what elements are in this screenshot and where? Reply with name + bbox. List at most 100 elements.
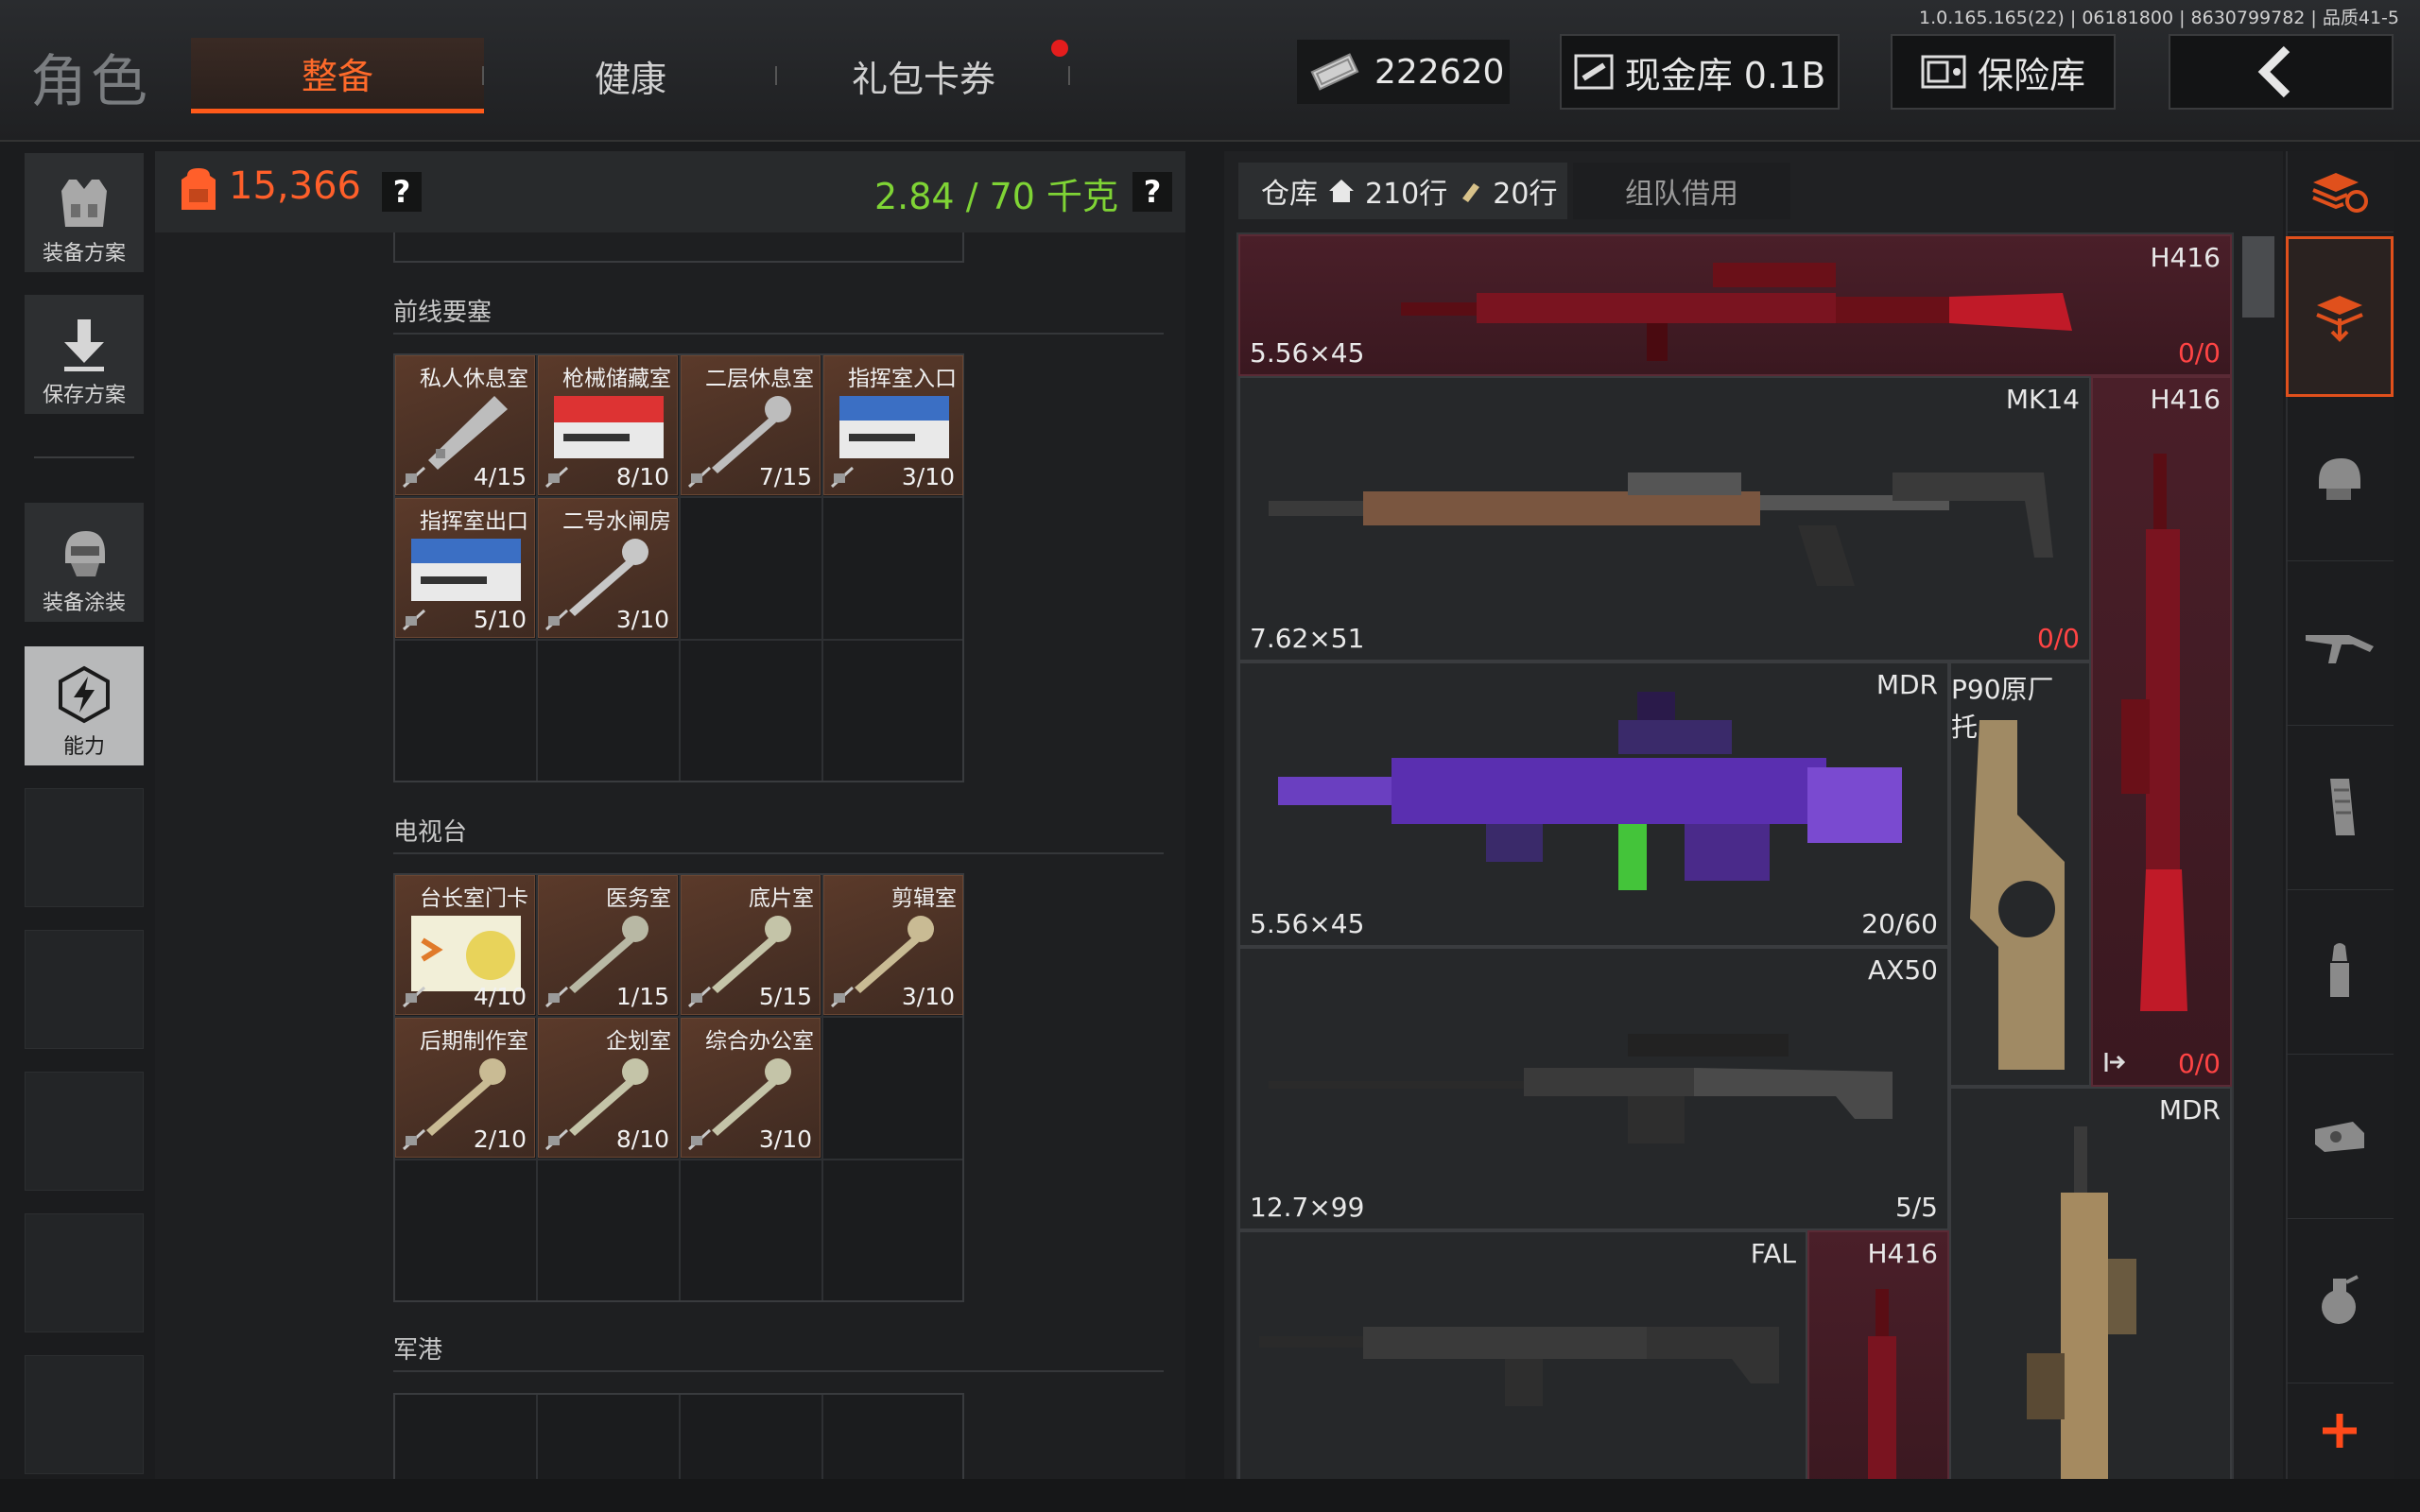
key-card[interactable]: 指挥室出口 5/10 — [395, 498, 535, 638]
weapon-slot[interactable]: P90原厂托 — [1949, 662, 2091, 1087]
cash-vault-button[interactable]: 现金库 0.1B — [1560, 34, 1840, 110]
keycard-icon — [839, 396, 949, 458]
section-title: 前线要塞 — [393, 299, 493, 327]
key-card[interactable]: 台长室门卡 4/10 — [395, 875, 535, 1015]
key-grid: 台长室门卡 4/10 医务室 1/15 底片室 5/15 剪辑室 3/10 后期… — [393, 873, 964, 1302]
weight-help-button[interactable]: ? — [1132, 172, 1172, 212]
key-card[interactable]: 综合办公室 3/10 — [681, 1018, 821, 1158]
weapon-name: H416 — [2150, 384, 2221, 415]
tab-gear[interactable]: 整备 — [191, 38, 484, 113]
category-throwables[interactable] — [2286, 1219, 2394, 1383]
empty-side-slot — [25, 930, 144, 1049]
keycard-icon — [554, 396, 664, 458]
weapon-slot[interactable]: H416 — [1807, 1230, 1949, 1491]
lightning-hex-icon — [59, 665, 110, 724]
category-magazines[interactable] — [2286, 726, 2394, 890]
key-card[interactable]: 枪械储藏室 8/10 — [538, 355, 678, 495]
silent-icon — [687, 1128, 712, 1151]
gear-skin-button[interactable]: 装备涂装 — [25, 503, 144, 622]
sort-button[interactable] — [2286, 151, 2394, 232]
key-uses: 7/15 — [758, 463, 812, 490]
storage-rows: 210行 — [1365, 178, 1448, 211]
helmet-icon — [2319, 457, 2360, 500]
currency-display: 222620 — [1297, 40, 1510, 104]
key-card[interactable]: 二号水闸房 3/10 — [538, 498, 678, 638]
safe-box-label: 保险库 — [1977, 54, 2085, 96]
weapon-slot[interactable]: FAL — [1238, 1230, 1807, 1491]
rifle-icon — [1259, 1327, 1779, 1406]
weapon-name: H416 — [2150, 242, 2221, 273]
storage-grid: H416 5.56×45 0/0 MK14 7.62×51 0/0 H416 0… — [1236, 232, 2234, 1493]
value-help-button[interactable]: ? — [382, 172, 422, 212]
weapon-slot[interactable]: MK14 7.62×51 0/0 — [1238, 376, 2091, 662]
category-weapons[interactable] — [2286, 561, 2394, 726]
weapon-ammo: 0/0 — [2177, 1048, 2221, 1079]
storage-tab-label: 仓库 — [1261, 178, 1318, 211]
keycard-icon — [411, 539, 521, 601]
ability-button[interactable]: 能力 — [25, 646, 144, 765]
key-name: 剪辑室 — [891, 886, 957, 911]
cash-vault-label: 现金库 0.1B — [1624, 54, 1826, 96]
key-name: 底片室 — [749, 886, 814, 911]
borrowed-icon — [2104, 1053, 2126, 1072]
silent-icon — [402, 466, 426, 489]
gear-skin-label: 装备涂装 — [42, 592, 126, 615]
weapon-slot[interactable]: MDR 5.56×45 20/60 — [1238, 662, 1949, 947]
category-all[interactable] — [2286, 236, 2394, 397]
save-plan-label: 保存方案 — [42, 384, 126, 407]
key-name: 指挥室入口 — [848, 367, 957, 391]
section-divider — [393, 1370, 1164, 1372]
weapon-name: MDR — [2158, 1094, 2221, 1125]
section-divider — [393, 852, 1164, 854]
back-button[interactable] — [2169, 34, 2394, 110]
weapon-slot[interactable]: MDR — [1949, 1087, 2232, 1491]
empty-side-slot — [25, 1213, 144, 1332]
silent-icon — [544, 986, 569, 1008]
storage-scrollbar[interactable] — [2240, 236, 2276, 1493]
silent-icon — [830, 986, 855, 1008]
grenade-icon — [2322, 1274, 2359, 1324]
scrollbar-thumb[interactable] — [2242, 236, 2274, 318]
weapon-caliber: 5.56×45 — [1250, 908, 1365, 939]
category-ammo[interactable] — [2286, 890, 2394, 1055]
weapon-slot[interactable]: H416 0/0 — [2091, 376, 2232, 1087]
bullet-icon — [2330, 942, 2349, 997]
vault-icon — [1574, 54, 1614, 90]
team-borrow-tab[interactable]: 组队借用 — [1573, 163, 1790, 219]
weapon-ammo: 0/0 — [2036, 623, 2080, 654]
tab-health[interactable]: 健康 — [484, 38, 777, 113]
sidebar-divider — [34, 456, 134, 458]
category-attachments[interactable] — [2286, 1055, 2394, 1219]
home-icon — [1329, 180, 1354, 202]
silent-icon — [830, 466, 855, 489]
helmet-icon — [65, 531, 105, 576]
rifle-icon — [2121, 454, 2187, 1011]
key-card[interactable]: 私人休息室 4/15 — [395, 355, 535, 495]
weapon-slot[interactable]: H416 5.56×45 0/0 — [1238, 234, 2232, 376]
weapon-slot[interactable]: AX50 12.7×99 5/5 — [1238, 947, 1949, 1230]
safe-box-button[interactable]: 保险库 — [1891, 34, 2116, 110]
key-card[interactable]: 企划室 8/10 — [538, 1018, 678, 1158]
key-card[interactable]: 底片室 5/15 — [681, 875, 821, 1015]
tab-coupons[interactable]: 礼包卡券 — [777, 38, 1070, 113]
version-info: 1.0.165.165(22) | 06181800 | 8630799782 … — [1919, 8, 2399, 28]
category-armor[interactable] — [2286, 397, 2394, 561]
key-card[interactable]: 二层休息室 7/15 — [681, 355, 821, 495]
weapon-name: AX50 — [1868, 954, 1938, 986]
key-card[interactable]: 医务室 1/15 — [538, 875, 678, 1015]
key-name: 综合办公室 — [705, 1029, 814, 1054]
weapon-caliber: 12.7×99 — [1250, 1192, 1365, 1223]
silent-icon — [687, 466, 712, 489]
sniper-rifle-icon — [1269, 1034, 1893, 1143]
silent-icon — [402, 986, 426, 1008]
notification-dot — [1051, 40, 1068, 57]
key-card[interactable]: 剪辑室 3/10 — [823, 875, 963, 1015]
add-category-button[interactable] — [2286, 1383, 2394, 1478]
storage-tab[interactable]: 仓库 210行 20行 — [1238, 163, 1567, 219]
key-card[interactable]: 后期制作室 2/10 — [395, 1018, 535, 1158]
weapon-name: P90原厂托 — [1951, 674, 2054, 743]
sight-icon — [2315, 1121, 2364, 1152]
key-card[interactable]: 指挥室入口 3/10 — [823, 355, 963, 495]
loadout-plan-button[interactable]: 装备方案 — [25, 153, 144, 272]
save-plan-button[interactable]: 保存方案 — [25, 295, 144, 414]
